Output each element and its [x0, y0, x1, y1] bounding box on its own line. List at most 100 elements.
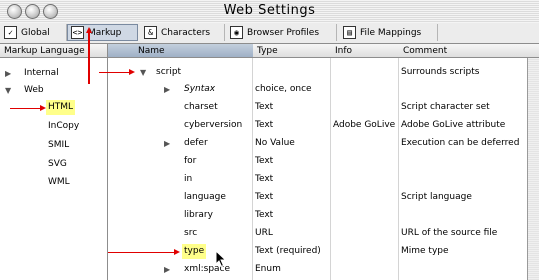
row-comment: Mime type: [401, 246, 449, 256]
row-comment: Surrounds scripts: [401, 67, 480, 77]
tree-item-wml[interactable]: WML: [0, 175, 107, 190]
markup-language-panel: Markup Language ▶ Internal ▼ Web HTML In…: [0, 44, 108, 280]
disclosure-collapsed-icon[interactable]: ▶: [5, 66, 11, 81]
row-type: Text: [255, 102, 274, 112]
column-divider: [398, 58, 399, 280]
table-row-script[interactable]: ▼ script Surrounds scripts: [108, 65, 528, 80]
column-divider: [252, 58, 253, 280]
row-type: Text: [255, 120, 274, 130]
column-header-type[interactable]: Type: [253, 44, 331, 58]
row-type: choice, once: [255, 84, 312, 94]
tab-characters[interactable]: & Characters: [141, 24, 225, 41]
disclosure-expanded-icon[interactable]: ▼: [140, 65, 146, 80]
row-comment: Script character set: [401, 102, 490, 112]
disclosure-collapsed-icon[interactable]: ▶: [164, 262, 170, 277]
tree-item-label: SVG: [48, 159, 67, 169]
row-comment: Adobe GoLive attribute: [401, 120, 506, 130]
tree-item-internal[interactable]: ▶ Internal: [0, 66, 107, 81]
vertical-scrollbar[interactable]: [527, 58, 539, 280]
row-info: Adobe GoLive: [333, 120, 396, 130]
file-mappings-icon: ▤: [343, 26, 356, 39]
column-header-comment[interactable]: Comment: [399, 44, 528, 58]
row-type: Text: [255, 210, 274, 220]
tree-item-smil[interactable]: SMIL: [0, 138, 107, 153]
tab-label: Characters: [161, 27, 211, 38]
browser-profiles-icon: ◉: [230, 26, 243, 39]
tab-browser-profiles[interactable]: ◉ Browser Profiles: [227, 24, 337, 41]
title-bar: Web Settings: [0, 0, 539, 24]
table-row-src[interactable]: src URL URL of the source file: [108, 226, 528, 241]
tree-item-incopy[interactable]: InCopy: [0, 119, 107, 134]
row-name: type: [182, 244, 207, 259]
table-row-library[interactable]: library Text: [108, 208, 528, 223]
markup-language-header[interactable]: Markup Language: [0, 44, 107, 58]
row-name: for: [184, 156, 197, 166]
tab-label: File Mappings: [360, 27, 422, 38]
annotation-arrowhead: [86, 27, 92, 33]
annotation-arrow: [88, 31, 90, 83]
row-type: Text: [255, 192, 274, 202]
column-header-spacer: [528, 44, 539, 58]
row-name: script: [156, 67, 182, 77]
row-comment: Execution can be deferred: [401, 138, 520, 148]
tree-item-web[interactable]: ▼ Web: [0, 83, 107, 98]
row-comment: URL of the source file: [401, 228, 498, 238]
tree-item-label: HTML: [46, 100, 76, 115]
row-type: Enum: [255, 264, 281, 274]
tab-label: Browser Profiles: [247, 27, 320, 38]
row-name: src: [184, 228, 198, 238]
table-row-syntax[interactable]: ▶ Syntax choice, once: [108, 82, 528, 97]
row-type: URL: [255, 228, 273, 238]
row-name: defer: [184, 138, 208, 148]
markup-icon: <>: [71, 26, 84, 39]
row-name: cyberversion: [184, 120, 243, 130]
table-row-xml-space[interactable]: ▶ xml:space Enum: [108, 262, 528, 277]
table-row-in[interactable]: in Text: [108, 172, 528, 187]
tree-item-label: Internal: [24, 68, 59, 78]
annotation-arrowhead: [174, 249, 180, 255]
table-row-charset[interactable]: charset Text Script character set: [108, 100, 528, 115]
row-type: Text: [255, 156, 274, 166]
row-name: in: [184, 174, 193, 184]
column-header-name[interactable]: Name: [108, 44, 253, 58]
tab-global[interactable]: ✓ Global: [1, 24, 67, 41]
annotation-arrow: [99, 72, 129, 73]
tab-label: Markup: [88, 27, 122, 38]
table-row-for[interactable]: for Text: [108, 154, 528, 169]
annotation-arrowhead: [40, 105, 46, 111]
disclosure-expanded-icon[interactable]: ▼: [5, 83, 11, 98]
table-row-defer[interactable]: ▶ defer No Value Execution can be deferr…: [108, 136, 528, 151]
disclosure-collapsed-icon[interactable]: ▶: [164, 136, 170, 151]
row-type: Text (required): [255, 246, 321, 256]
tree-item-label: WML: [48, 177, 70, 187]
row-name: language: [184, 192, 226, 202]
tab-markup[interactable]: <> Markup: [67, 24, 138, 41]
disclosure-collapsed-icon[interactable]: ▶: [164, 82, 170, 97]
tree-item-label: SMIL: [48, 140, 70, 150]
column-divider: [330, 58, 331, 280]
mouse-cursor-icon: [215, 250, 227, 268]
column-header-info[interactable]: Info: [331, 44, 399, 58]
tree-item-label: Web: [24, 85, 44, 95]
annotation-arrow: [88, 81, 90, 84]
characters-icon: &: [144, 26, 157, 39]
window-title: Web Settings: [223, 3, 316, 18]
tab-file-mappings[interactable]: ▤ File Mappings: [340, 24, 438, 41]
row-comment: Script language: [401, 192, 472, 202]
row-type: Text: [255, 174, 274, 184]
tab-label: Global: [21, 27, 50, 38]
annotation-arrow: [10, 108, 40, 109]
element-table: Name Type Info Comment ▼ script Surround…: [108, 44, 539, 280]
row-name: library: [184, 210, 213, 220]
table-row-cyberversion[interactable]: cyberversion Text Adobe GoLive Adobe GoL…: [108, 118, 528, 133]
row-type: No Value: [255, 138, 295, 148]
tab-bar: ✓ Global <> Markup & Characters ◉ Browse…: [0, 23, 539, 44]
row-name: Syntax: [184, 84, 216, 94]
row-name: charset: [184, 102, 218, 112]
tree-item-label: InCopy: [48, 121, 80, 131]
annotation-arrowhead: [129, 69, 135, 75]
tree-item-svg[interactable]: SVG: [0, 157, 107, 172]
table-row-language[interactable]: language Text Script language: [108, 190, 528, 205]
annotation-arrow: [108, 252, 174, 253]
global-icon: ✓: [4, 26, 17, 39]
